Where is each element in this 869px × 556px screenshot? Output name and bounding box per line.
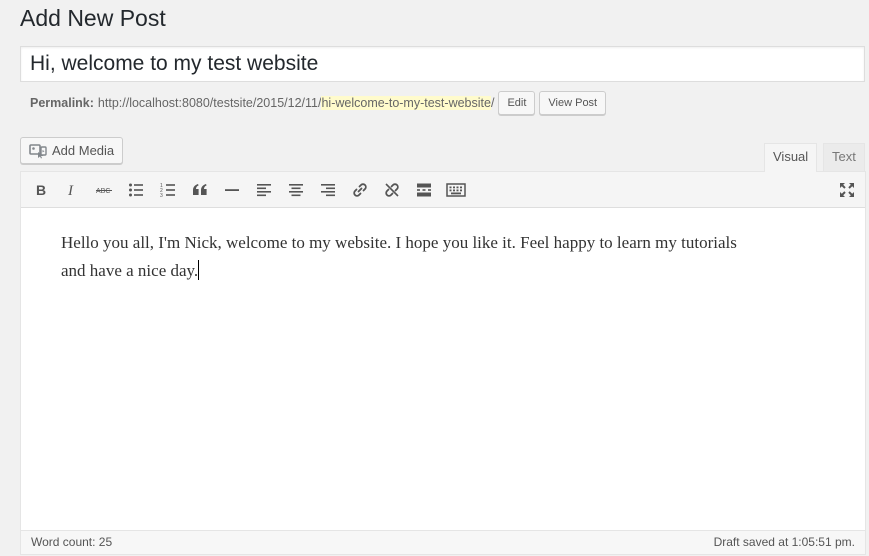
text-cursor (198, 260, 200, 280)
blockquote-icon[interactable] (187, 177, 213, 203)
fullscreen-icon[interactable] (834, 177, 860, 203)
editor-status-bar: Word count: 25 Draft saved at 1:05:51 pm… (21, 530, 865, 554)
tab-visual[interactable]: Visual (764, 143, 818, 172)
bulleted-list-icon[interactable] (123, 177, 149, 203)
post-content-area[interactable]: Hello you all, I'm Nick, welcome to my w… (61, 229, 741, 285)
permalink-slug[interactable]: hi-welcome-to-my-test-website (321, 96, 491, 110)
align-right-icon[interactable] (315, 177, 341, 203)
permalink-row: Permalink: http://localhost:8080/testsit… (30, 91, 607, 115)
page-title: Add New Post (20, 5, 166, 31)
view-post-button[interactable]: View Post (539, 91, 607, 115)
align-left-icon[interactable] (251, 177, 277, 203)
post-title-input[interactable] (20, 46, 865, 82)
italic-icon[interactable]: I (59, 177, 85, 203)
remove-link-icon[interactable] (379, 177, 405, 203)
editor-toolbar: B I ABC 1 2 3 (21, 172, 865, 208)
add-media-button[interactable]: Add Media (20, 137, 124, 164)
numbered-list-icon[interactable]: 1 2 3 (155, 177, 181, 203)
toolbar-toggle-icon[interactable] (443, 177, 469, 203)
horizontal-line-icon[interactable] (219, 177, 245, 203)
insert-link-icon[interactable] (347, 177, 373, 203)
align-center-icon[interactable] (283, 177, 309, 203)
bold-icon[interactable]: B (28, 177, 54, 203)
permalink-trailing-slash: / (490, 96, 495, 110)
media-icon (29, 142, 47, 160)
svg-text:I: I (67, 183, 74, 198)
edit-permalink-button[interactable]: Edit (498, 91, 536, 115)
permalink-base-url: http://localhost:8080/testsite/2015/12/1… (97, 96, 322, 110)
draft-saved-status: Draft saved at 1:05:51 pm. (713, 535, 855, 549)
svg-text:B: B (36, 182, 46, 198)
word-count: Word count: 25 (31, 535, 113, 549)
post-editor: B I ABC 1 2 3 Hello you all, I'm Nick, w… (20, 171, 866, 555)
read-more-icon[interactable] (411, 177, 437, 203)
permalink-label: Permalink: (30, 96, 94, 110)
add-media-label: Add Media (52, 143, 115, 158)
strikethrough-icon[interactable]: ABC (91, 177, 117, 203)
tab-text[interactable]: Text (823, 143, 865, 171)
svg-text:ABC: ABC (96, 188, 110, 195)
post-content-text: Hello you all, I'm Nick, welcome to my w… (61, 233, 737, 280)
svg-text:3: 3 (160, 193, 163, 198)
